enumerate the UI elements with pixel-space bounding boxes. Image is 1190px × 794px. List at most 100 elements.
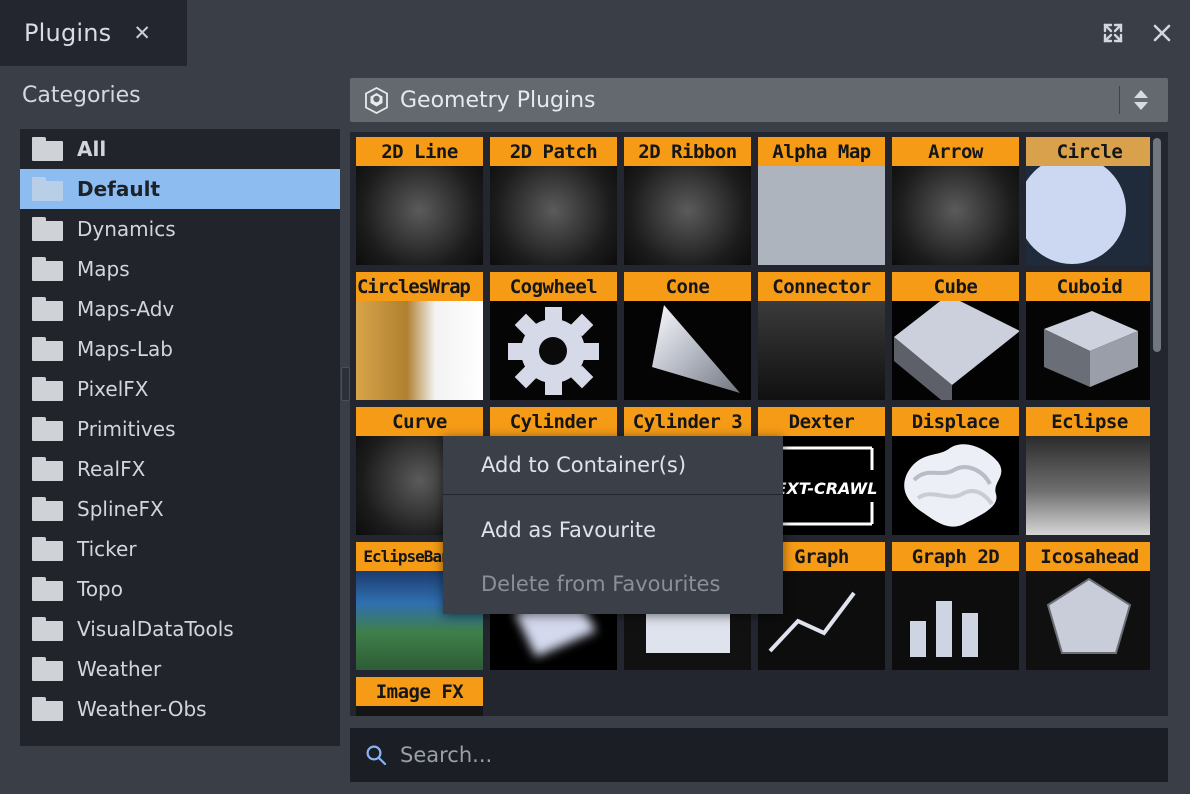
hexagon-shield-icon xyxy=(364,86,389,114)
geometry-plugins-header[interactable]: Geometry Plugins xyxy=(350,78,1168,122)
geometry-plugins-title: Geometry Plugins xyxy=(400,87,596,113)
plugin-tile-label: Cogwheel xyxy=(490,272,617,301)
spinner-down-arrow[interactable] xyxy=(1134,102,1148,110)
plugin-tile[interactable]: Alpha Map xyxy=(758,137,885,265)
folder-icon xyxy=(32,297,63,321)
sidebar-item-label: Primitives xyxy=(77,417,176,441)
plugins-grid-container: 2D Line 2D Patch 2D Ribbon Alpha Map Arrow Ci… xyxy=(350,132,1168,716)
sidebar-item-realfx[interactable]: RealFX xyxy=(20,449,340,489)
panel-splitter-handle[interactable] xyxy=(341,367,350,401)
plugin-tile-label: 2D Line xyxy=(356,137,483,166)
sidebar-item-label: Maps-Lab xyxy=(77,337,173,361)
plugin-tile-label: Cube xyxy=(892,272,1019,301)
plugin-tile[interactable]: 2D Patch xyxy=(490,137,617,265)
plugin-tile-thumbnail xyxy=(356,706,483,716)
sidebar-item-label: Weather-Obs xyxy=(77,697,207,721)
sidebar-item-label: Topo xyxy=(77,577,123,601)
header-divider xyxy=(1119,86,1120,114)
sidebar-item-label: Maps xyxy=(77,257,130,281)
folder-icon xyxy=(32,617,63,641)
folder-icon xyxy=(32,337,63,361)
plugins-panel: Geometry Plugins 2D Line 2D Patch 2D Ribbo… xyxy=(350,66,1182,794)
plugin-tile[interactable]: Cuboid xyxy=(1026,272,1153,400)
plugin-tile-thumbnail xyxy=(1026,166,1153,265)
folder-icon xyxy=(32,657,63,681)
context-menu[interactable]: Add to Container(s) Add as Favourite Del… xyxy=(443,436,783,614)
grid-scrollbar-thumb[interactable] xyxy=(1153,138,1161,352)
plugin-tile-label: Cone xyxy=(624,272,751,301)
spinner-updown-icon[interactable] xyxy=(1124,84,1158,116)
folder-icon xyxy=(32,417,63,441)
plugins-grid: 2D Line 2D Patch 2D Ribbon Alpha Map Arrow Ci… xyxy=(356,137,1156,716)
plugin-tile-thumbnail xyxy=(758,301,885,400)
plugin-tile[interactable]: Cube xyxy=(892,272,1019,400)
tab-close-icon[interactable]: ✕ xyxy=(133,22,151,44)
sidebar-item-maps[interactable]: Maps xyxy=(20,249,340,289)
folder-icon xyxy=(32,177,63,201)
search-input[interactable]: Search... xyxy=(350,728,1168,782)
plugin-tile-thumbnail xyxy=(1026,436,1153,535)
folder-icon xyxy=(32,497,63,521)
plugin-tile-label: Cylinder 3 xyxy=(624,407,751,436)
plugin-tile-label: 2D Patch xyxy=(490,137,617,166)
folder-icon xyxy=(32,457,63,481)
categories-list[interactable]: All Default Dynamics Maps Maps-Adv Maps-Lab Pi… xyxy=(20,129,340,746)
categories-sidebar: Categories All Default Dynamics Maps Maps-Ad… xyxy=(0,66,350,794)
plugin-tile-thumbnail xyxy=(892,166,1019,265)
sidebar-item-all[interactable]: All xyxy=(20,129,340,169)
plugin-tile[interactable]: 2D Ribbon xyxy=(624,137,751,265)
plugin-tile[interactable]: Displace xyxy=(892,407,1019,535)
folder-icon xyxy=(32,537,63,561)
expand-icon[interactable] xyxy=(1096,16,1130,50)
plugin-tile-thumbnail xyxy=(1026,301,1153,400)
folder-icon xyxy=(32,257,63,281)
plugin-tile-label: Curve xyxy=(356,407,483,436)
sidebar-item-dynamics[interactable]: Dynamics xyxy=(20,209,340,249)
sidebar-item-topo[interactable]: Topo xyxy=(20,569,340,609)
plugin-tile[interactable]: Icosahead xyxy=(1026,542,1153,670)
plugin-tile-label: CirclesWrap xyxy=(356,272,483,301)
sidebar-item-default[interactable]: Default xyxy=(20,169,340,209)
plugin-tile-label: Alpha Map xyxy=(758,137,885,166)
context-menu-item-add-to-containers[interactable]: Add to Container(s) xyxy=(443,436,783,494)
plugin-tile-label: Dexter xyxy=(758,407,885,436)
plugin-tile-label: Image FX xyxy=(356,677,483,706)
context-menu-item-add-as-favourite[interactable]: Add as Favourite xyxy=(443,503,783,557)
tab-plugins[interactable]: Plugins ✕ xyxy=(0,0,187,66)
plugin-tile[interactable]: 2D Line xyxy=(356,137,483,265)
plugin-tile-thumbnail xyxy=(624,301,751,400)
plugin-tile[interactable]: Connector xyxy=(758,272,885,400)
sidebar-item-label: Dynamics xyxy=(77,217,176,241)
search-placeholder: Search... xyxy=(400,743,493,767)
spinner-up-arrow[interactable] xyxy=(1134,90,1148,98)
plugin-tile-thumbnail xyxy=(490,301,617,400)
plugin-tile[interactable]: Cogwheel xyxy=(490,272,617,400)
sidebar-item-splinefx[interactable]: SplineFX xyxy=(20,489,340,529)
plugin-tile[interactable]: Arrow xyxy=(892,137,1019,265)
plugin-tile[interactable]: Circle xyxy=(1026,137,1153,265)
folder-icon xyxy=(32,577,63,601)
plugin-tile[interactable]: Image FX xyxy=(356,677,483,716)
sidebar-item-label: RealFX xyxy=(77,457,146,481)
plugin-tile[interactable]: CirclesWrap xyxy=(356,272,483,400)
plugin-tile[interactable]: Graph 2D xyxy=(892,542,1019,670)
sidebar-item-weather-obs[interactable]: Weather-Obs xyxy=(20,689,340,729)
window-close-icon[interactable] xyxy=(1145,16,1179,50)
plugin-tile-thumbnail xyxy=(892,436,1019,535)
folder-icon xyxy=(32,137,63,161)
categories-title: Categories xyxy=(22,83,141,108)
sidebar-item-ticker[interactable]: Ticker xyxy=(20,529,340,569)
plugin-tile-label: Graph 2D xyxy=(892,542,1019,571)
plugin-tile[interactable]: Eclipse xyxy=(1026,407,1153,535)
plugin-tile-thumbnail xyxy=(356,166,483,265)
sidebar-item-maps-adv[interactable]: Maps-Adv xyxy=(20,289,340,329)
plugin-tile-thumbnail xyxy=(490,166,617,265)
sidebar-item-label: SplineFX xyxy=(77,497,164,521)
sidebar-item-pixelfx[interactable]: PixelFX xyxy=(20,369,340,409)
plugin-tile[interactable]: Cone xyxy=(624,272,751,400)
sidebar-item-primitives[interactable]: Primitives xyxy=(20,409,340,449)
sidebar-item-maps-lab[interactable]: Maps-Lab xyxy=(20,329,340,369)
sidebar-item-weather[interactable]: Weather xyxy=(20,649,340,689)
tab-label: Plugins xyxy=(24,19,112,47)
sidebar-item-visualdatatools[interactable]: VisualDataTools xyxy=(20,609,340,649)
